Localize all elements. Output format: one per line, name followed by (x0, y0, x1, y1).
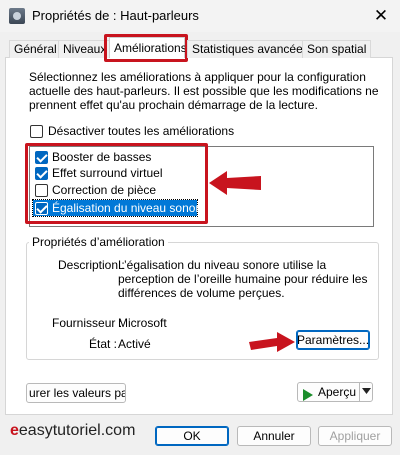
tab-general[interactable]: Général (9, 40, 62, 58)
close-icon[interactable]: ✕ (370, 5, 392, 27)
disable-all-checkbox[interactable] (30, 125, 43, 138)
logo-text: easytutoriel.com (18, 422, 136, 439)
description-label: Description : (58, 258, 125, 272)
tab-spatial-sound[interactable]: Son spatial (302, 40, 372, 58)
red-arrow-settings (249, 332, 295, 352)
cancel-button[interactable]: Annuler (237, 426, 311, 446)
ok-button[interactable]: OK (155, 426, 229, 446)
easytutoriel-logo: eeasytutoriel.com (10, 422, 135, 440)
logo-mark: e (10, 422, 19, 439)
tab-highlight-annotation (104, 34, 188, 62)
group-title: Propriétés d’amélioration (29, 235, 168, 249)
chevron-down-icon[interactable] (362, 388, 371, 395)
enhancements-description: Sélectionnez les améliorations à appliqu… (29, 70, 379, 112)
preview-split-separator (359, 383, 360, 401)
status-value: Activé (118, 337, 151, 351)
list-highlight-annotation (25, 143, 208, 224)
tab-advanced-stats[interactable]: Statistiques avancées (187, 40, 314, 58)
play-icon (303, 389, 313, 401)
description-value: L’égalisation du niveau sonore utilise l… (118, 258, 368, 300)
disable-all-label[interactable]: Désactiver toutes les améliorations (48, 124, 234, 138)
apply-button[interactable]: Appliquer (318, 426, 392, 446)
settings-button[interactable]: Paramètres... (296, 330, 370, 350)
provider-value: Microsoft (118, 316, 167, 330)
provider-label: Fournisseur : (52, 316, 123, 330)
red-arrow-list (209, 171, 261, 195)
restore-defaults-button[interactable]: urer les valeurs par d (26, 383, 126, 403)
preview-label[interactable]: Aperçu (318, 385, 356, 399)
status-label: État : (89, 337, 118, 351)
window-title: Propriétés de : Haut-parleurs (32, 8, 199, 23)
speaker-properties-icon (9, 8, 25, 24)
